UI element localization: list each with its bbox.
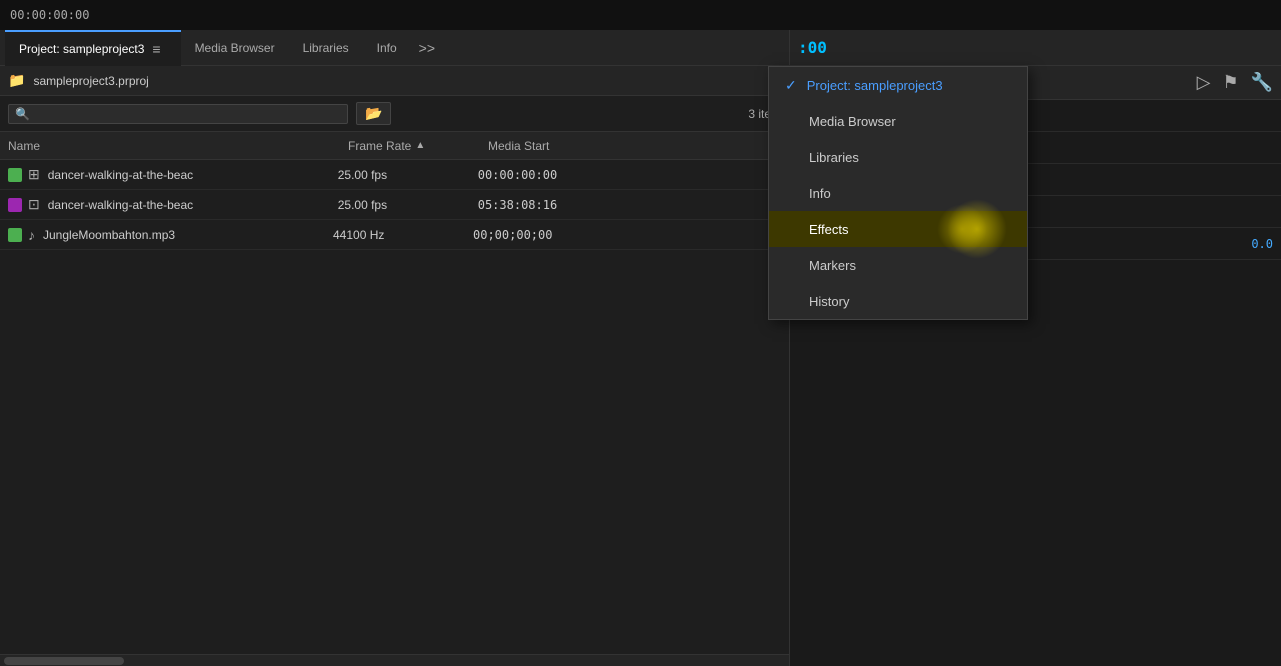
row-name: JungleMoombahton.mp3 [43, 228, 333, 242]
table-header: Name Frame Rate ▲ Media Start [0, 132, 789, 160]
color-box [8, 228, 22, 242]
dropdown-item-label: Libraries [809, 150, 859, 165]
horizontal-scrollbar[interactable] [0, 654, 789, 666]
col-header-mediastart: Media Start [488, 139, 648, 153]
tab-libraries[interactable]: Libraries [289, 30, 363, 66]
more-tabs-button[interactable]: >> [411, 40, 443, 56]
dropdown-item-history[interactable]: History [769, 283, 1027, 319]
color-box [8, 168, 22, 182]
media-icon: ⊡ [28, 196, 40, 213]
file-path-bar: 📁 sampleproject3.prproj [0, 66, 789, 96]
main-layout: Project: sampleproject3 ≡ Media Browser … [0, 30, 1281, 666]
row-name: dancer-walking-at-the-beac [48, 168, 338, 182]
dropdown-item-label: Effects [809, 222, 849, 237]
sort-arrow-icon[interactable]: ▲ [415, 140, 425, 151]
dropdown-item-label: Media Browser [809, 114, 896, 129]
search-input[interactable] [36, 107, 341, 121]
dropdown-item-label: Markers [809, 258, 856, 273]
file-path-text: sampleproject3.prproj [33, 74, 148, 88]
row-mediastart: 00:00:00:00 [478, 168, 638, 182]
search-input-wrapper[interactable]: 🔍 [8, 104, 348, 124]
col-header-name: Name [8, 139, 348, 153]
dropdown-item-markers[interactable]: Markers [769, 247, 1027, 283]
flag-icon[interactable]: ⚑ [1222, 72, 1238, 93]
dropdown-item-label: Project: sampleproject3 [807, 78, 943, 93]
audio-icon: ♪ [28, 227, 35, 243]
dropdown-item-media-browser[interactable]: Media Browser [769, 103, 1027, 139]
dropdown-item-info[interactable]: Info [769, 175, 1027, 211]
search-icon: 🔍 [15, 107, 30, 121]
hamburger-icon[interactable]: ≡ [146, 41, 166, 57]
row-name: dancer-walking-at-the-beac [48, 198, 338, 212]
tab-media-browser[interactable]: Media Browser [181, 30, 289, 66]
tab-info[interactable]: Info [363, 30, 411, 66]
left-panel: Project: sampleproject3 ≡ Media Browser … [0, 30, 790, 666]
dropdown-item-libraries[interactable]: Libraries [769, 139, 1027, 175]
media-icon: ⊞ [28, 166, 40, 183]
search-folder-button[interactable]: 📂 [356, 102, 391, 125]
row-framerate: 44100 Hz [333, 228, 473, 242]
sequence-timecode: :00 [798, 38, 827, 57]
search-bar: 🔍 📂 3 item [0, 96, 789, 132]
master-value: 0.0 [1251, 237, 1273, 251]
dropdown-item-project[interactable]: ✓ Project: sampleproject3 [769, 67, 1027, 103]
pointer-tool-icon[interactable]: ▷ [1197, 72, 1211, 93]
right-top-bar: :00 [790, 30, 1281, 66]
dropdown-item-label: Info [809, 186, 831, 201]
dropdown-item-effects[interactable]: Effects [769, 211, 1027, 247]
row-framerate: 25.00 fps [338, 198, 478, 212]
global-timecode: 00:00:00:00 [10, 8, 89, 22]
tab-dropdown-menu: ✓ Project: sampleproject3 Media Browser … [768, 66, 1028, 320]
row-mediastart: 05:38:08:16 [478, 198, 638, 212]
table-row[interactable]: ♪ JungleMoombahton.mp3 44100 Hz 00;00;00… [0, 220, 789, 250]
col-header-framerate: Frame Rate ▲ [348, 139, 488, 153]
tab-project[interactable]: Project: sampleproject3 ≡ [5, 30, 181, 66]
color-box [8, 198, 22, 212]
row-framerate: 25.00 fps [338, 168, 478, 182]
scroll-thumb[interactable] [4, 657, 124, 665]
wrench-icon[interactable]: 🔧 [1251, 72, 1273, 93]
table-body: ⊞ dancer-walking-at-the-beac 25.00 fps 0… [0, 160, 789, 654]
checkmark-icon: ✓ [785, 77, 797, 94]
tab-bar: Project: sampleproject3 ≡ Media Browser … [0, 30, 789, 66]
table-row[interactable]: ⊞ dancer-walking-at-the-beac 25.00 fps 0… [0, 160, 789, 190]
table-row[interactable]: ⊡ dancer-walking-at-the-beac 25.00 fps 0… [0, 190, 789, 220]
time-bar: 00:00:00:00 [0, 0, 1281, 30]
folder-icon: 📁 [8, 72, 25, 89]
row-mediastart: 00;00;00;00 [473, 228, 633, 242]
dropdown-item-label: History [809, 294, 849, 309]
